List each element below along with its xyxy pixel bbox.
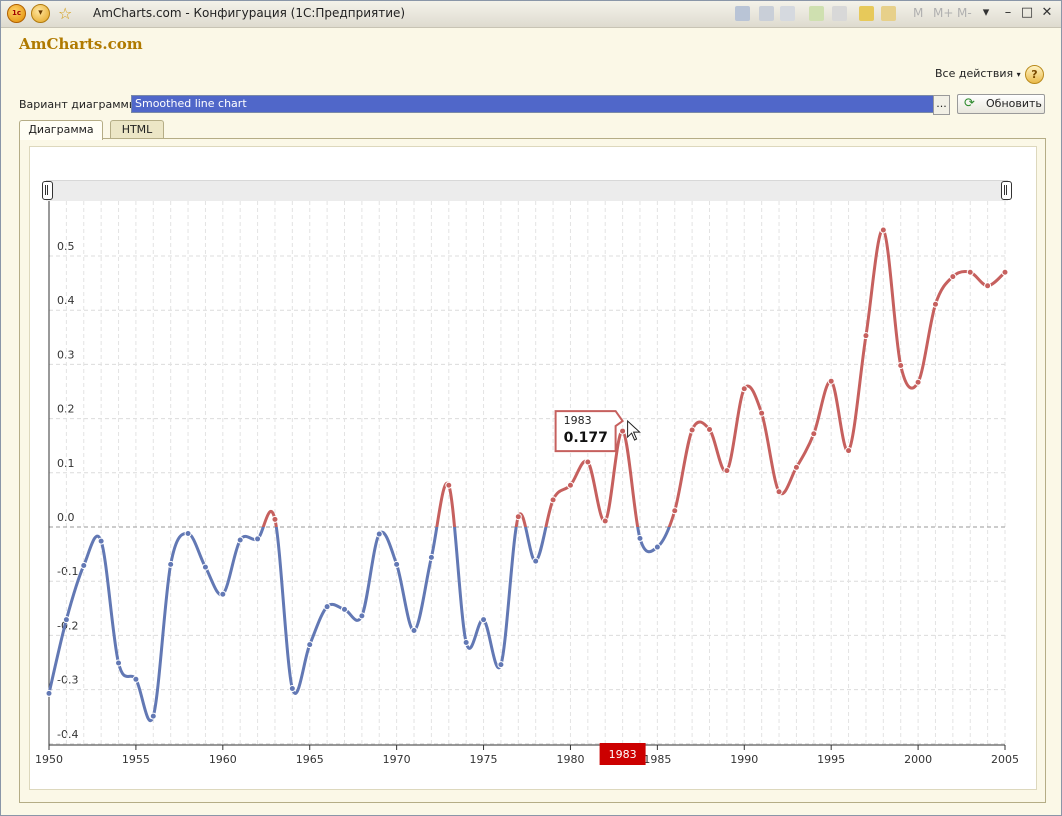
window-title: AmCharts.com - Конфигурация (1С:Предприя… xyxy=(93,6,406,20)
scrollbar-right-grip-icon[interactable] xyxy=(1001,181,1012,200)
select-button[interactable]: ... xyxy=(933,95,950,115)
variant-label: Вариант диаграммы: xyxy=(19,98,142,111)
page-title: AmCharts.com xyxy=(19,35,143,53)
title-bar: 1c ▾ ☆ AmCharts.com - Конфигурация (1С:П… xyxy=(1,1,1061,28)
main-menu-icon[interactable]: ▾ xyxy=(31,4,50,23)
history-icon[interactable] xyxy=(832,6,847,21)
all-actions-button[interactable]: Все действия ▾ xyxy=(935,67,1021,80)
chart-area xyxy=(29,146,1037,790)
maximize-icon[interactable]: □ xyxy=(1018,5,1036,21)
print-icon[interactable] xyxy=(759,6,774,21)
toolbar-dropdown-icon[interactable]: ▾ xyxy=(977,5,995,21)
save-icon[interactable] xyxy=(735,6,750,21)
favorites-star-icon[interactable]: ☆ xyxy=(58,4,72,23)
variant-input[interactable]: Smoothed line chart xyxy=(131,95,936,113)
calculator-icon[interactable] xyxy=(859,6,874,21)
refresh-icon: ⟳ xyxy=(964,96,975,111)
memory-button[interactable]: M xyxy=(913,6,923,20)
close-icon[interactable]: ✕ xyxy=(1038,5,1056,21)
all-actions-label: Все действия xyxy=(935,67,1014,80)
memory-subtract-button[interactable]: M- xyxy=(957,6,972,20)
tab-chart[interactable]: Диаграмма xyxy=(19,120,103,140)
refresh-label: Обновить xyxy=(986,97,1042,110)
app-logo-icon[interactable]: 1c xyxy=(7,4,26,23)
memory-add-button[interactable]: M+ xyxy=(933,6,953,20)
tab-html[interactable]: HTML xyxy=(110,120,164,139)
scrollbar-left-grip-icon[interactable] xyxy=(42,181,53,200)
chart-scrollbar[interactable] xyxy=(46,180,1008,201)
app-window: 1c ▾ ☆ AmCharts.com - Конфигурация (1С:П… xyxy=(0,0,1062,816)
add-favorite-icon[interactable] xyxy=(809,6,824,21)
minimize-icon[interactable]: – xyxy=(999,5,1017,21)
help-button[interactable]: ? xyxy=(1025,65,1044,84)
calendar-icon[interactable] xyxy=(881,6,896,21)
refresh-button[interactable]: ⟳ Обновить xyxy=(957,94,1045,114)
chevron-down-icon: ▾ xyxy=(1016,70,1021,79)
print-preview-icon[interactable] xyxy=(780,6,795,21)
